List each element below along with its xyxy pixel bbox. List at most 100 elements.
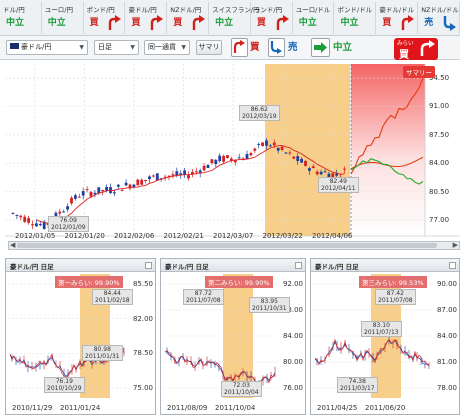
callout-date: 2011/03/17 xyxy=(340,385,375,392)
pattern-panel[interactable]: 豪ドル/円 日足 85.50 82.00 78.50 75.00 2010/11/29 20… xyxy=(5,258,156,415)
candle-body xyxy=(85,189,89,191)
currency-tab-name: ドル/円 xyxy=(3,6,25,14)
callout-date: 2011/10/31 xyxy=(252,305,287,312)
candle-body xyxy=(144,179,147,181)
scroll-left-icon[interactable]: ◀ xyxy=(10,241,15,249)
panel-y-tick-label: 85.50 xyxy=(132,280,153,288)
candle-body xyxy=(304,161,307,166)
currency-tab[interactable]: ポンド/円買 xyxy=(84,2,126,34)
currency-tab-signal: 買 xyxy=(256,18,266,28)
currency-tab[interactable]: ポンド/ドル 中立 xyxy=(335,2,377,34)
candle-body xyxy=(171,174,175,176)
currency-tab[interactable]: NZドル/円買 xyxy=(167,2,210,34)
period-select[interactable]: 日足 ▼ xyxy=(94,40,139,55)
panel-y-tick-label: 76.00 xyxy=(282,384,303,392)
summary-button[interactable]: サマリ xyxy=(196,40,222,55)
panel-header: 豪ドル/円 日足 xyxy=(161,259,305,272)
price-callout: 82.49 2012/04/11 xyxy=(318,177,359,193)
currency-tab-name: NZドル/円 xyxy=(170,6,202,14)
candle-body xyxy=(249,153,253,156)
callout-date: 2012/03/19 xyxy=(242,113,277,120)
candle-body xyxy=(77,196,81,198)
neutral-signal-icon[interactable] xyxy=(311,38,330,57)
candle-body xyxy=(202,165,206,171)
candle-body xyxy=(74,195,77,199)
price-callout: 84.44 2011/02/18 xyxy=(92,289,133,305)
currency-tab-signal: 中立 xyxy=(6,18,25,28)
pattern-panel[interactable]: 豪ドル/円 日足 92.00 88.00 84.00 80.00 76.00 2011/08… xyxy=(160,258,306,415)
currency-tab[interactable]: ドル/円中立 xyxy=(0,2,42,34)
currency-tab-signal: 買 xyxy=(173,18,183,28)
price-callout: 86.62 2012/03/19 xyxy=(239,105,280,121)
panel-menu-icon[interactable] xyxy=(295,262,302,269)
currency-pair-strip: ドル/円 中立 ユーロ/円 中立 ポンド/円買豪ドル/円買 NZドル/円買スイスフラン/円… xyxy=(0,0,460,36)
pair-select[interactable]: 豪ドル/円 ▼ xyxy=(6,40,88,55)
currency-tab-signal: 買 xyxy=(131,18,141,28)
panel-x-tick-label: 2011/06/20 xyxy=(365,404,406,412)
buy-signal-icon[interactable] xyxy=(231,38,248,57)
pair-select-value: 豪ドル/円 xyxy=(21,43,52,51)
currency-tab-signal: 中立 xyxy=(215,18,234,28)
chart-toolbar: 豪ドル/円 ▼ 日足 ▼ 同一通貨 ▼ サマリ 買 売 中立 xyxy=(0,36,460,60)
candle-body xyxy=(284,152,288,154)
mode-select[interactable]: 同一通貨 ▼ xyxy=(144,40,190,55)
candle-body xyxy=(183,170,186,175)
currency-tab[interactable]: ユーロ/ドル 中立 xyxy=(293,2,335,34)
currency-tab[interactable]: ユーロ/円 中立 xyxy=(42,2,84,34)
panel-menu-icon[interactable] xyxy=(145,262,152,269)
callout-value: 72.03 xyxy=(232,382,250,389)
currency-tab-name: ユーロ/ドル xyxy=(295,6,331,14)
panel-y-tick-label: 82.00 xyxy=(132,314,153,323)
x-axis-tick-label: 2012/03/22 xyxy=(262,232,303,240)
chart-scrollbar[interactable]: ◀ ▶ xyxy=(8,241,460,250)
candle-body xyxy=(319,171,323,175)
sell-signal-icon[interactable] xyxy=(268,38,285,57)
price-callout: 76.09 2012/01/09 xyxy=(48,216,89,232)
candle-body xyxy=(23,216,27,222)
currency-tab[interactable]: NZドル/ドル売 xyxy=(418,2,460,34)
down-arrow-icon xyxy=(443,16,456,31)
up-arrow-icon xyxy=(109,15,122,30)
candle-body xyxy=(214,159,218,165)
price-callout: 83.95 2011/10/31 xyxy=(249,297,290,313)
candle-body xyxy=(140,179,144,185)
pattern-panel[interactable]: 豪ドル/円 日足 90.00 87.00 84.00 81.00 78.00 2011/04… xyxy=(310,258,460,415)
currency-tab[interactable]: スイスフラン/円 中立 xyxy=(209,2,260,34)
candle-body xyxy=(113,192,116,194)
callout-date: 2011/10/04 xyxy=(224,389,259,396)
summary-badge[interactable]: サマリー xyxy=(403,66,435,78)
candle-body xyxy=(136,179,140,186)
scroll-right-icon[interactable]: ▶ xyxy=(453,241,458,249)
candle-body xyxy=(38,223,42,226)
y-axis-tick-label: 84.00 xyxy=(429,159,450,168)
currency-tab[interactable]: 豪ドル/円買 xyxy=(126,2,168,34)
candle-body xyxy=(311,166,315,169)
chevron-down-icon: ▼ xyxy=(130,44,135,51)
chevron-down-icon: ▼ xyxy=(181,44,186,51)
candle-body xyxy=(288,152,292,154)
callout-value: 80.98 xyxy=(93,346,111,353)
price-callout: 72.03 2011/10/04 xyxy=(221,381,262,397)
up-arrow-icon xyxy=(192,15,206,30)
panel-y-tick-label: 75.00 xyxy=(132,384,153,392)
currency-tab[interactable]: 豪ドル/ドル買 xyxy=(376,2,419,34)
match-rate-badge: 第一みらい: 99.90% xyxy=(55,276,123,288)
callout-value: 82.49 xyxy=(329,178,347,185)
candle-body xyxy=(315,171,319,175)
currency-tab[interactable]: ランド/円買 xyxy=(251,2,293,34)
candle-body xyxy=(296,156,300,161)
candle-body xyxy=(261,142,264,146)
callout-value: 83.10 xyxy=(372,322,390,329)
candle-body xyxy=(272,142,276,146)
candle-body xyxy=(206,165,210,168)
currency-tab-name: NZドル/ドル xyxy=(421,6,459,14)
panel-menu-icon[interactable] xyxy=(449,262,456,269)
mirai-forecast-badge[interactable]: みらい 買 xyxy=(394,38,438,61)
x-axis-tick-label: 2012/02/06 xyxy=(114,232,155,240)
currency-tab-signal: 買 xyxy=(382,18,392,28)
price-callout: 76.19 2010/10/29 xyxy=(44,377,85,393)
x-axis-tick-label: 2012/01/20 xyxy=(64,232,105,240)
scrollbar-thumb[interactable] xyxy=(17,243,437,248)
sell-signal-label: 売 xyxy=(288,42,298,53)
price-callout: 80.98 2011/01/31 xyxy=(82,345,123,361)
